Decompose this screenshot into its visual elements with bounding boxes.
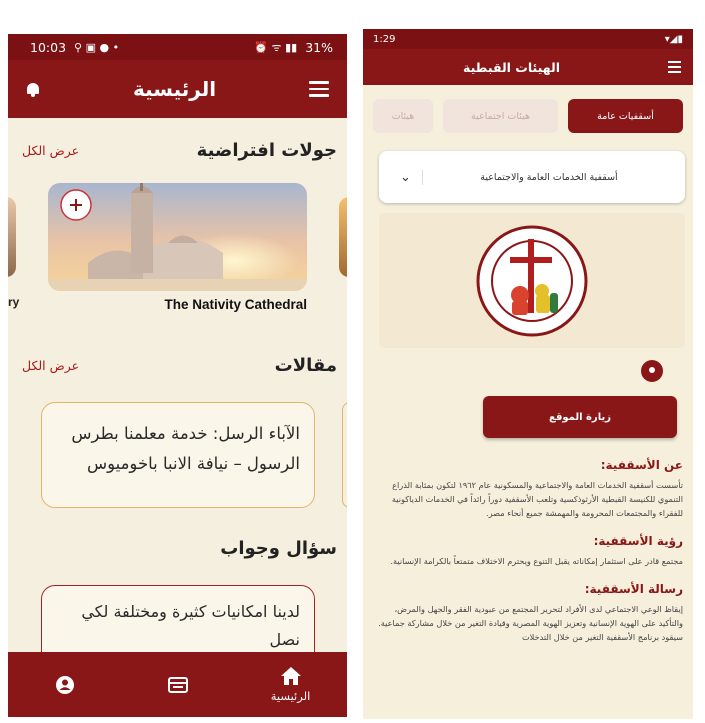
mission-title: رسالة الأسقفية: <box>584 582 683 596</box>
previous-tour-caption: ry <box>8 295 20 309</box>
articles-title: مقالات <box>274 355 337 376</box>
scrolled-content-edge <box>8 118 347 126</box>
coptic-bodies-screen: 1:29 ▾◢▮ الهيئات القبطية أسقفيات عامة هي… <box>363 29 693 719</box>
battery-level: 31% <box>305 39 333 55</box>
status-bar: 1:29 ▾◢▮ <box>363 29 693 49</box>
tours-section-header: جولات افتراضية عرض الكل <box>8 140 347 161</box>
tours-carousel[interactable]: ry The Nativity Cathedral <box>8 183 347 333</box>
card-icon <box>167 676 188 693</box>
nav-home-label: الرئيسية <box>270 689 311 703</box>
bishopric-select-value: أسقفية الخدمات العامة والاجتماعية <box>480 171 618 183</box>
bishopric-logo <box>476 225 588 336</box>
nav-home[interactable]: الرئيسية <box>246 666 336 703</box>
status-bar: 10:03 ⚲ ▣ ● • ⏰ ᯤ ▮▮ 31% <box>8 34 347 60</box>
menu-hamburger-icon[interactable] <box>668 61 681 73</box>
category-tabs: أسقفيات عامة هيئات اجتماعية هيئات <box>363 85 693 141</box>
next-tour-card[interactable] <box>339 197 347 277</box>
chevron-down-icon: ⌄ <box>389 169 423 185</box>
articles-see-all-link[interactable]: عرض الكل <box>22 358 79 373</box>
about-title: عن الأسقفية: <box>600 458 683 472</box>
tab-bodies[interactable]: هيئات <box>373 99 433 133</box>
nav-media[interactable] <box>133 676 223 694</box>
app-header: الهيئات القبطية <box>363 49 693 85</box>
page-title: الهيئات القبطية <box>463 59 560 75</box>
vision-section: رؤية الأسقفية: مجتمع قادر على استثمار إم… <box>363 534 693 568</box>
notification-icons: ⚲ ▣ ● • <box>74 40 120 54</box>
qa-title: سؤال وجواب <box>220 538 337 559</box>
nav-profile[interactable] <box>20 675 110 695</box>
bishopric-select[interactable]: أسقفية الخدمات العامة والاجتماعية ⌄ <box>379 151 685 203</box>
app-header: الرئيسية <box>8 60 347 118</box>
next-article-card[interactable] <box>342 402 347 508</box>
tour-card-caption[interactable]: The Nativity Cathedral <box>48 297 307 312</box>
vision-title: رؤية الأسقفية: <box>593 534 683 548</box>
location-row <box>363 348 693 388</box>
signal-icon: ⏰ ᯤ ▮▮ <box>254 40 298 54</box>
tab-general-bishoprics[interactable]: أسقفيات عامة <box>568 99 683 133</box>
article-card[interactable]: الآباء الرسل: خدمة معلمنا بطرس الرسول – … <box>41 402 315 508</box>
status-time: 10:03 <box>30 39 67 55</box>
tours-see-all-link[interactable]: عرض الكل <box>22 143 79 158</box>
vision-body: مجتمع قادر على استثمار إمكاناته يقبل الت… <box>390 556 683 566</box>
qa-section-header: سؤال وجواب <box>8 538 347 559</box>
home-screen: 10:03 ⚲ ▣ ● • ⏰ ᯤ ▮▮ 31% الرئيسية جولات … <box>8 34 347 717</box>
tour-card-image[interactable] <box>48 183 307 291</box>
location-pin-icon[interactable] <box>641 360 663 382</box>
previous-tour-card[interactable] <box>8 197 16 277</box>
home-icon <box>280 667 301 685</box>
menu-hamburger-icon[interactable] <box>309 81 329 97</box>
bottom-navigation: الرئيسية <box>8 652 347 717</box>
tours-title: جولات افتراضية <box>196 140 337 161</box>
bishopric-logo-card <box>379 213 685 348</box>
about-section: عن الأسقفية: تأسست أسقفية الخدمات العامة… <box>363 458 693 520</box>
visit-website-button[interactable]: زيارة الموقع <box>483 396 677 438</box>
tab-social-bodies[interactable]: هيئات اجتماعية <box>443 99 558 133</box>
status-time: 1:29 <box>373 33 396 45</box>
status-icons: ▾◢▮ <box>664 33 683 45</box>
articles-section-header: مقالات عرض الكل <box>8 355 347 376</box>
about-body: تأسست أسقفية الخدمات العامة والاجتماعية … <box>391 480 683 518</box>
mission-body: إيقاظ الوعي الاجتماعي لدى الأفراد لتحرير… <box>378 604 683 642</box>
notifications-bell-icon[interactable] <box>26 81 40 97</box>
page-title: الرئيسية <box>132 77 217 101</box>
mission-section: رسالة الأسقفية: إيقاظ الوعي الاجتماعي لد… <box>363 582 693 644</box>
profile-icon <box>55 675 74 694</box>
